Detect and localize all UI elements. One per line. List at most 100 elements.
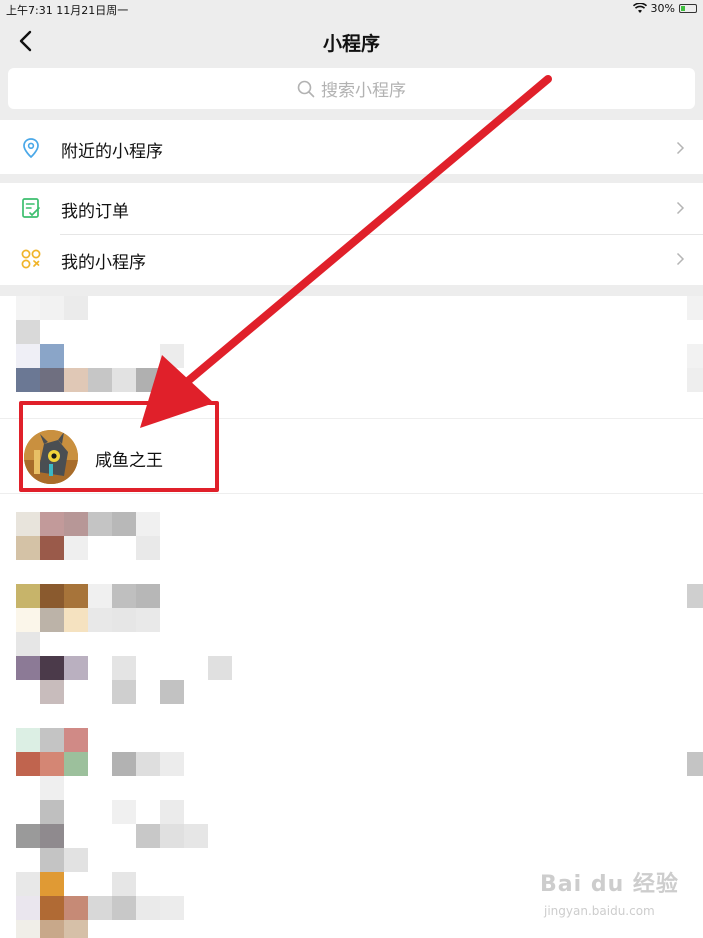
mosaic-cell [88,608,112,632]
mosaic-cell [88,896,112,920]
mosaic-cell [40,584,64,608]
mosaic-cell [16,632,40,656]
mosaic-cell [40,680,64,704]
mosaic-cell [16,896,40,920]
mosaic-cell [40,848,64,872]
mosaic-cell [112,800,136,824]
mosaic-cell [88,368,112,392]
mosaic-cell [40,752,64,776]
chevron-right-icon [676,141,685,155]
mosaic-cell [160,800,184,824]
mosaic-cell [40,296,64,320]
order-list-icon [22,198,40,218]
wifi-icon [632,3,647,13]
chevron-right-icon [676,201,685,215]
nav-bar: 小程序 [0,18,703,64]
mosaic-cell [136,608,160,632]
mosaic-cell [40,656,64,680]
mosaic-cell [40,536,64,560]
menu-item-nearby[interactable]: 附近的小程序 [0,123,703,174]
mosaic-cell [160,824,184,848]
mosaic-cell [64,296,88,320]
mosaic-cell [687,344,703,368]
mosaic-cell [40,512,64,536]
mosaic-cell [16,728,40,752]
mosaic-cell [64,536,88,560]
status-indicators: 30% [632,2,697,15]
status-bar: 上午7:31 11月21日周一 30% [0,0,703,18]
mosaic-cell [16,584,40,608]
mosaic-cell [40,920,64,938]
mosaic-cell [40,344,64,368]
mosaic-cell [88,584,112,608]
mosaic-cell [160,752,184,776]
menu-item-nearby-label: 附近的小程序 [61,142,163,162]
mosaic-cell [160,680,184,704]
mosaic-cell [687,296,703,320]
mosaic-cell [208,656,232,680]
mosaic-cell [16,824,40,848]
mosaic-cell [160,896,184,920]
mosaic-cell [64,656,88,680]
mosaic-cell [40,776,64,800]
mosaic-cell [16,512,40,536]
mosaic-cell [112,872,136,896]
battery-level [681,6,686,11]
mosaic-cell [40,824,64,848]
mosaic-cell [112,752,136,776]
mosaic-cell [64,896,88,920]
section-gap [0,174,703,183]
mosaic-cell [64,752,88,776]
mosaic-cell [64,608,88,632]
search-icon [297,80,315,97]
mosaic-cell [40,728,64,752]
mosaic-cell [112,608,136,632]
mosaic-cell [40,896,64,920]
watermark-logo: Bai du 经验 [540,872,679,897]
search-area: 搜索小程序 [0,64,703,120]
mini-program-list [0,296,703,938]
mosaic-cell [16,368,40,392]
watermark: Bai du 经验 jingyan.baidu.com [540,866,690,928]
mosaic-cell [64,848,88,872]
mosaic-cell [112,512,136,536]
mosaic-cell [16,296,40,320]
menu-item-my-apps-label: 我的小程序 [61,253,146,273]
search-input[interactable]: 搜索小程序 [8,68,695,109]
mosaic-cell [16,872,40,896]
mosaic-cell [687,584,703,608]
mosaic-cell [64,512,88,536]
menu-item-orders-label: 我的订单 [61,202,129,222]
mosaic-cell [16,608,40,632]
mosaic-cell [160,344,184,368]
menu-item-my-apps[interactable]: 我的小程序 [0,234,703,285]
mosaic-cell [16,656,40,680]
mosaic-cell [16,536,40,560]
watermark-url: jingyan.baidu.com [544,904,655,918]
mosaic-cell [136,752,160,776]
mosaic-cell [88,512,112,536]
mosaic-cell [16,320,40,344]
mosaic-cell [16,344,40,368]
annotation-box [19,401,219,492]
mosaic-cell [64,368,88,392]
menu-item-orders[interactable]: 我的订单 [0,183,703,234]
mosaic-cell [136,584,160,608]
mosaic-cell [40,800,64,824]
mosaic-cell [64,584,88,608]
mosaic-cell [687,368,703,392]
mosaic-cell [112,584,136,608]
mosaic-cell [112,368,136,392]
mosaic-cell [136,896,160,920]
privacy-mosaic [16,296,703,938]
mosaic-cell [136,368,160,392]
mosaic-cell [40,872,64,896]
battery-percent: 30% [650,2,675,15]
mosaic-cell [136,824,160,848]
chevron-right-icon [676,252,685,266]
battery-icon [679,4,697,13]
status-time-date: 上午7:31 11月21日周一 [6,4,129,17]
mosaic-cell [184,824,208,848]
location-pin-icon [23,138,39,159]
mosaic-cell [40,368,64,392]
